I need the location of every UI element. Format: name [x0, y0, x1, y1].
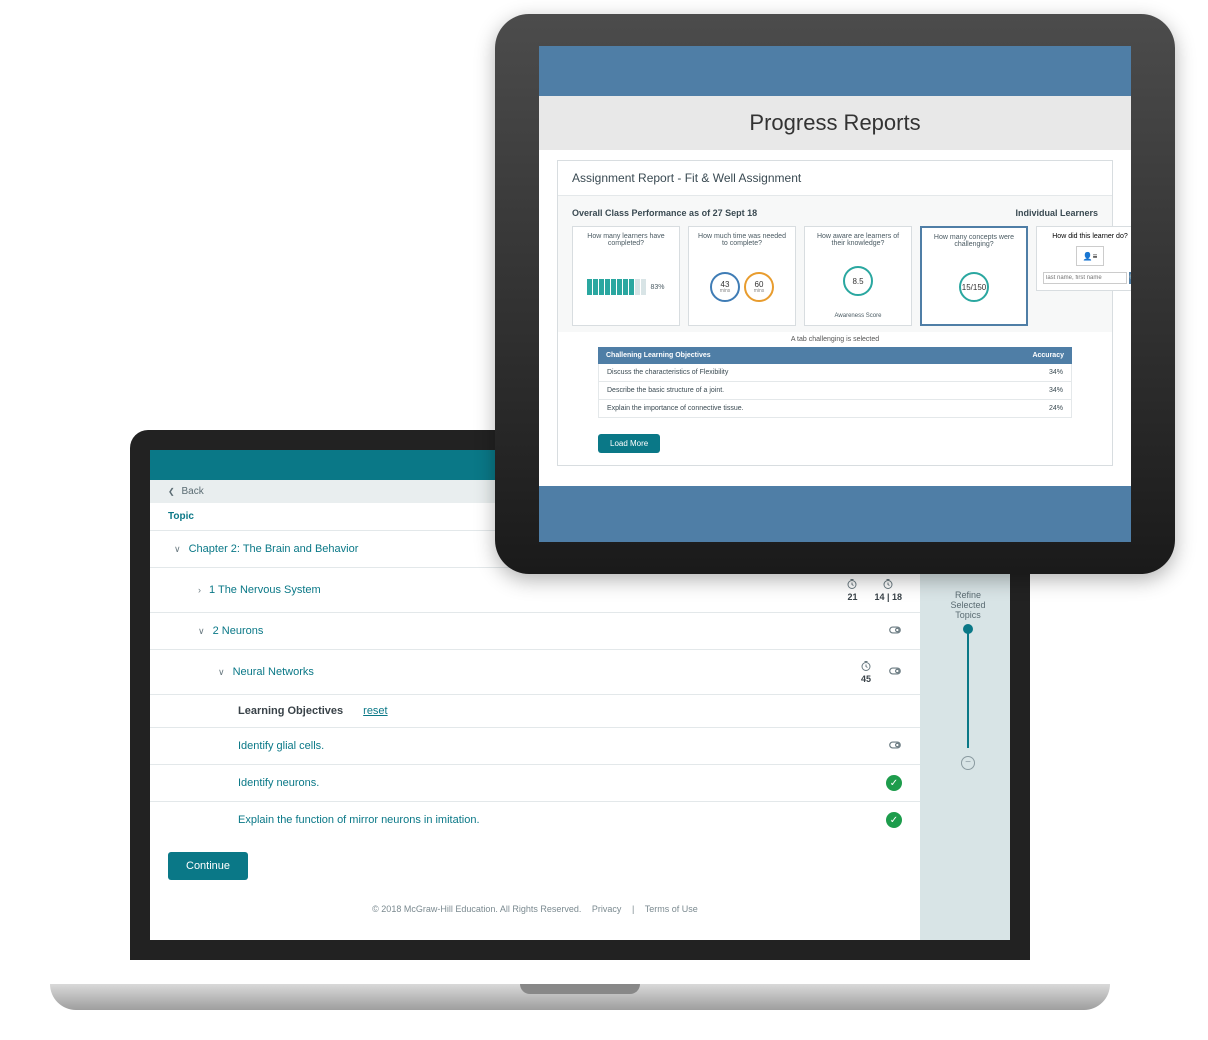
slider-handle[interactable] [963, 624, 973, 634]
objectives-table: Challening Learning Objectives Accuracy … [598, 347, 1072, 418]
refine-slider-panel: Refine Selected Topics − [940, 590, 996, 774]
cell-objective: Describe the basic structure of a joint. [599, 382, 1011, 399]
cell-accuracy: 34% [1011, 364, 1071, 381]
footer-privacy[interactable]: Privacy [592, 904, 622, 914]
individual-card: How did this learner do? 👤≡ 🔍 [1036, 226, 1131, 291]
assignment-report-panel: Assignment Report - Fit & Well Assignmen… [557, 160, 1113, 466]
topic-label: Neural Networks [233, 666, 314, 678]
topic-row[interactable]: ∨ Neural Networks 45 [150, 649, 920, 694]
avatar-icon: 👤≡ [1076, 246, 1104, 266]
th-accuracy: Accuracy [1012, 347, 1072, 364]
awareness-ring: 8.5 [843, 266, 873, 296]
card-question: How many concepts were challenging? [928, 234, 1020, 250]
selection-marker: A tab challenging is selected [558, 332, 1112, 347]
tablet-footer-bar [539, 486, 1131, 542]
objective-row[interactable]: Explain the function of mirror neurons i… [150, 801, 920, 838]
laptop-trackpad-notch [520, 984, 640, 994]
refine-label-3: Topics [940, 610, 996, 620]
check-icon: ✓ [886, 775, 902, 791]
time-estimate: 21 [846, 578, 858, 602]
th-objective: Challening Learning Objectives [598, 347, 1012, 364]
topic-row[interactable]: ∨ 2 Neurons [150, 612, 920, 649]
subhead-left: Overall Class Performance as of 27 Sept … [572, 208, 757, 218]
cell-objective: Discuss the characteristics of Flexibili… [599, 364, 1011, 381]
objective-row[interactable]: Identify glial cells. [150, 727, 920, 764]
card-challenging[interactable]: How many concepts were challenging? 15/1… [920, 226, 1028, 326]
objective-row[interactable]: Identify neurons. ✓ [150, 764, 920, 801]
continue-button[interactable]: Continue [168, 852, 248, 880]
question-ratio: 14 | 18 [874, 578, 902, 602]
cell-accuracy: 24% [1011, 400, 1071, 417]
search-button[interactable]: 🔍 [1129, 272, 1131, 284]
time-actual-ring: 60 mins [744, 272, 774, 302]
learner-search-input[interactable] [1043, 272, 1127, 284]
footer-terms[interactable]: Terms of Use [645, 904, 698, 914]
completion-value: 83% [650, 284, 664, 291]
page-title: Progress Reports [539, 96, 1131, 150]
panel-title: Assignment Report - Fit & Well Assignmen… [558, 161, 1112, 196]
individual-learners: How did this learner do? 👤≡ 🔍 [1036, 226, 1131, 326]
card-question: How many learners have completed? [579, 233, 673, 249]
footer: © 2018 McGraw-Hill Education. All Rights… [150, 894, 920, 924]
toggle-icon[interactable] [888, 664, 902, 680]
topic-label: Chapter 2: The Brain and Behavior [189, 543, 359, 555]
table-row[interactable]: Discuss the characteristics of Flexibili… [598, 364, 1072, 382]
card-question: How much time was needed to complete? [695, 233, 789, 249]
individual-question: How did this learner do? [1052, 233, 1128, 240]
learning-objectives-header: Learning Objectives reset [150, 694, 920, 727]
chevron-right-icon: › [198, 585, 201, 595]
objective-label: Explain the function of mirror neurons i… [238, 814, 480, 826]
chevron-left-icon: ❮ [168, 487, 175, 496]
refine-slider[interactable] [967, 628, 969, 748]
card-question: How aware are learners of their knowledg… [811, 233, 905, 249]
panel-subhead: Overall Class Performance as of 27 Sept … [572, 208, 1098, 218]
toggle-icon[interactable] [888, 623, 902, 639]
back-label: Back [181, 486, 203, 497]
footer-copyright: © 2018 McGraw-Hill Education. All Rights… [372, 904, 581, 914]
objective-label: Identify neurons. [238, 777, 319, 789]
time-estimate-ring: 43 mins [710, 272, 740, 302]
check-icon: ✓ [886, 812, 902, 828]
metric-cards: How many learners have completed? 83% Ho… [572, 226, 1098, 326]
load-more-button[interactable]: Load More [598, 434, 660, 453]
tablet-header-bar [539, 46, 1131, 96]
time-estimate: 45 [860, 660, 872, 684]
card-awareness[interactable]: How aware are learners of their knowledg… [804, 226, 912, 326]
chevron-down-icon: ∨ [198, 626, 205, 637]
minus-icon[interactable]: − [961, 756, 975, 770]
refine-label-2: Selected [940, 600, 996, 610]
table-header: Challening Learning Objectives Accuracy [598, 347, 1072, 364]
card-time[interactable]: How much time was needed to complete? 43… [688, 226, 796, 326]
table-row[interactable]: Describe the basic structure of a joint.… [598, 382, 1072, 400]
subhead-right: Individual Learners [1015, 208, 1098, 218]
lo-title: Learning Objectives [238, 705, 343, 717]
topic-label: 1 The Nervous System [209, 584, 321, 596]
awareness-caption: Awareness Score [811, 313, 905, 319]
topic-label: 2 Neurons [213, 625, 264, 637]
completion-bar: 83% [579, 255, 673, 319]
laptop-base [50, 984, 1110, 1010]
tablet-app: Progress Reports Assignment Report - Fit… [539, 46, 1131, 542]
chevron-down-icon: ∨ [174, 544, 181, 555]
refine-label-1: Refine [940, 590, 996, 600]
cell-objective: Explain the importance of connective tis… [599, 400, 1011, 417]
tablet-device: Progress Reports Assignment Report - Fit… [495, 14, 1175, 574]
challenging-ring: 15/150 [959, 272, 989, 302]
card-completion[interactable]: How many learners have completed? 83% [572, 226, 680, 326]
table-row[interactable]: Explain the importance of connective tis… [598, 400, 1072, 418]
cell-accuracy: 34% [1011, 382, 1071, 399]
chevron-down-icon: ∨ [218, 667, 225, 678]
reset-link[interactable]: reset [363, 705, 387, 717]
panel-body: Overall Class Performance as of 27 Sept … [558, 196, 1112, 332]
objective-label: Identify glial cells. [238, 740, 324, 752]
toggle-icon[interactable] [888, 738, 902, 754]
